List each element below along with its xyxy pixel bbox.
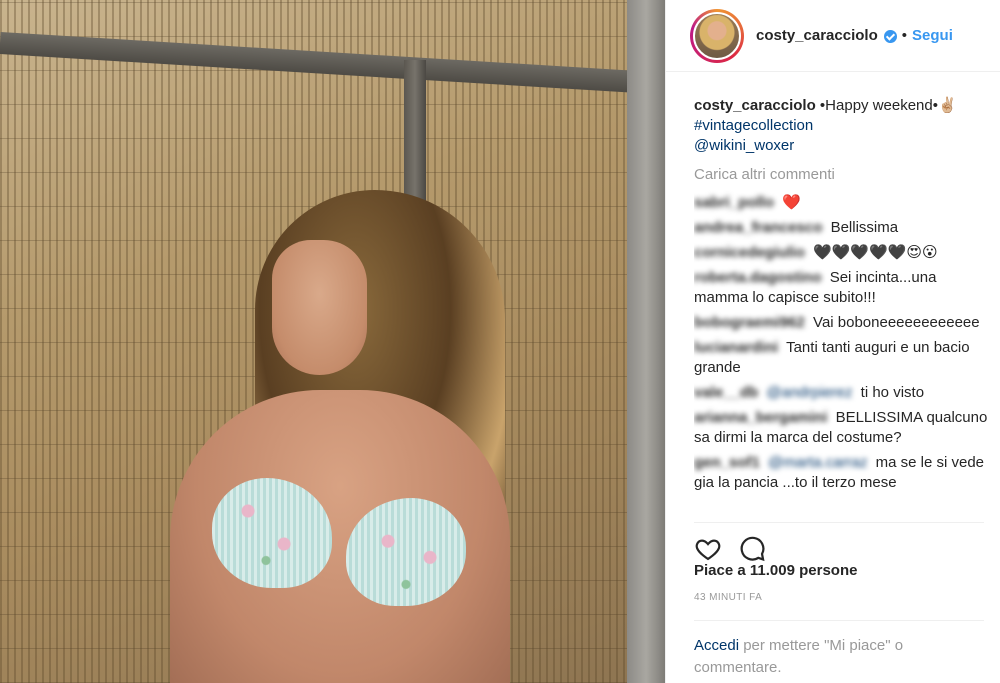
comment-item: cornicedegiulio 🖤🖤🖤🖤🖤😍😮	[694, 243, 994, 263]
comment-username[interactable]: lucianardini	[694, 339, 778, 356]
comment-username[interactable]: cornicedegiulio	[694, 244, 805, 261]
avatar[interactable]	[693, 11, 741, 60]
comment-username[interactable]: vale__db	[694, 384, 758, 401]
speech-bubble-icon[interactable]	[738, 535, 766, 563]
comment-username[interactable]: andrea_francesco	[694, 219, 822, 236]
follow-button[interactable]: Segui	[912, 27, 953, 44]
caption-username[interactable]: costy_caracciolo	[694, 97, 816, 114]
comment-item: roberta.dagostino Sei incinta...una mamm…	[694, 268, 994, 308]
comment-text: 🖤🖤🖤🖤🖤😍😮	[813, 244, 938, 261]
bamboo-pole-horizontal	[0, 32, 665, 95]
post-timestamp[interactable]: 43 MINUTI FA	[694, 592, 762, 603]
avatar-story-ring[interactable]	[690, 8, 744, 63]
login-link[interactable]: Accedi	[694, 637, 739, 654]
verified-badge-icon	[883, 30, 897, 43]
comment-username[interactable]: roberta.dagostino	[694, 269, 822, 286]
comment-item: bobograemi962 Vai boboneeeeeeeeeeee	[694, 313, 994, 333]
header-username[interactable]: costy_caracciolo	[756, 27, 878, 44]
caption-mention[interactable]: @wikini_woxer	[694, 136, 994, 156]
comment-username[interactable]: sabri_pollo	[694, 194, 774, 211]
comment-mention[interactable]: @marta.carraz	[768, 454, 867, 471]
heart-outline-icon[interactable]	[694, 535, 722, 563]
post-sidebar: costy_caracciolo • Segui costy_caracciol…	[665, 0, 1000, 683]
comment-item: arianna_bergamini BELLISSIMA qualcuno sa…	[694, 408, 994, 448]
comment-username[interactable]: arianna_bergamini	[694, 409, 827, 426]
comment-mention[interactable]: @andrpierez	[766, 384, 852, 401]
caption: costy_caracciolo •Happy weekend•✌🏼 #vint…	[694, 96, 994, 156]
comment-item: vale__db @andrpierez ti ho visto	[694, 383, 994, 403]
action-bar	[694, 522, 984, 563]
post-photo[interactable]	[0, 0, 665, 683]
login-prompt: Accedi per mettere "Mi piace" o commenta…	[694, 620, 984, 679]
comment-username[interactable]: bobograemi962	[694, 314, 805, 331]
woman-face	[272, 240, 367, 375]
comment-text: Bellissima	[830, 219, 899, 236]
comment-item: gen_sof1 @marta.carraz ma se le si vede …	[694, 453, 994, 493]
caption-text: •Happy weekend•✌🏼	[819, 97, 957, 114]
separator-dot: •	[901, 27, 908, 44]
stone-wall	[627, 0, 665, 683]
post-header: costy_caracciolo • Segui	[666, 0, 1000, 72]
comment-text: ti ho visto	[860, 384, 925, 401]
comment-text: Vai boboneeeeeeeeeeee	[813, 314, 980, 331]
comment-item: andrea_francesco Bellissima	[694, 218, 994, 238]
load-more-comments-button[interactable]: Carica altri commenti	[694, 165, 994, 185]
comments-list[interactable]: costy_caracciolo •Happy weekend•✌🏼 #vint…	[694, 96, 994, 512]
comment-username[interactable]: gen_sof1	[694, 454, 760, 471]
likes-count[interactable]: Piace a 11.009 persone	[694, 562, 857, 579]
caption-hashtag[interactable]: #vintagecollection	[694, 116, 994, 136]
comment-item: sabri_pollo ❤️	[694, 193, 994, 213]
comment-item: lucianardini Tanti tanti auguri e un bac…	[694, 338, 994, 378]
comment-text: ❤️	[782, 194, 801, 211]
